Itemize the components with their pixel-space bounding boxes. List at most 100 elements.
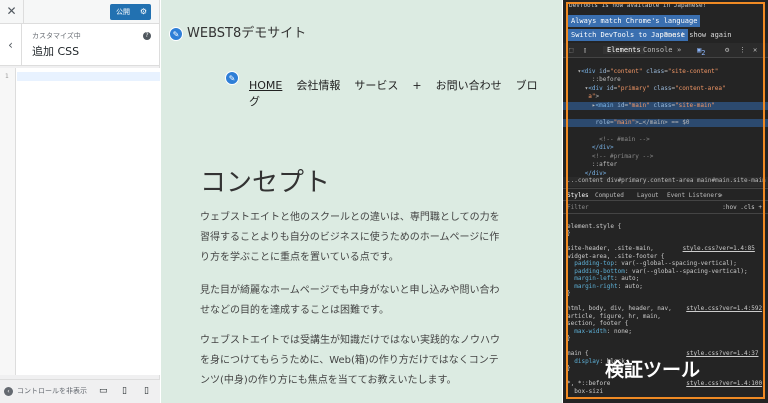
paragraph-1: ウェブストエイトと他のスクールとの違いは、専門職としての力を 習得することよりも…	[200, 208, 550, 268]
line-gutter: 1	[0, 68, 16, 375]
rule-line: }	[567, 290, 571, 297]
dom-line-selected[interactable]: role="main">…</main> == $0	[563, 118, 768, 127]
kebab-menu-icon[interactable]: ⋮	[739, 46, 746, 54]
rule-line: site-header, .site-main, style.css?ver=1…	[567, 245, 755, 252]
paragraph-line: ンツ(中身)の作り方にも焦点を当ててお教えいたします。	[200, 375, 457, 386]
dom-line-selected[interactable]: ▸<main id="main" class="site-main"	[563, 101, 768, 110]
dom-line[interactable]: ::before	[563, 76, 621, 83]
close-icon[interactable]: ✕	[0, 0, 24, 24]
rule-line: article, figure, hr, main,	[567, 312, 661, 320]
rule-line: html, body, div, header, nav, style.css?…	[567, 305, 763, 312]
mobile-icon[interactable]: ▯	[144, 386, 149, 396]
filter-input[interactable]: Filter	[567, 204, 589, 211]
nav-contact[interactable]: お問い合わせ	[436, 79, 502, 92]
device-toggle-icon[interactable]: ▯	[583, 46, 587, 54]
publish-label: 公開	[116, 8, 130, 16]
always-match-button[interactable]: Always match Chrome's language	[568, 15, 701, 27]
dom-line[interactable]: </div>	[563, 144, 614, 151]
publish-button[interactable]: 公開 ⚙	[110, 4, 151, 20]
settings-gear-icon[interactable]: ⚙	[725, 46, 729, 54]
tab-layout[interactable]: Layout	[637, 192, 659, 199]
issues-count: 2	[701, 49, 706, 57]
section-header: ‹ カスタマイズ中 追加 CSS ?	[0, 24, 159, 66]
dom-line[interactable]: </div>	[563, 170, 607, 177]
help-icon[interactable]: ?	[143, 32, 151, 40]
devtools-notice: DevTools is now available in Japanese!	[569, 2, 707, 9]
dom-line[interactable]: ▾<div id="primary" class="content-area"	[563, 85, 726, 92]
site-brand[interactable]: ✎ WEBST8デモサイト	[169, 22, 306, 41]
language-buttons: Always match Chrome's language Switch De…	[563, 13, 768, 43]
rule-line: padding-bottom: var(--global--spacing-ve…	[574, 267, 748, 275]
page-heading: コンセプト	[200, 168, 331, 198]
devtools-panel: DevTools is now available in Japanese! A…	[563, 0, 768, 403]
styles-tabs: Styles Computed Layout Event Listeners »	[563, 188, 768, 201]
paragraph-line: ウェブストエイトでは受講生が知識だけではない実践的なノウハウ	[200, 335, 500, 346]
rule-line: margin-left: auto;	[574, 275, 640, 282]
filter-toggles[interactable]: :hov .cls +	[722, 204, 762, 211]
section-title: 追加 CSS	[32, 45, 80, 58]
tab-styles[interactable]: Styles	[567, 192, 589, 199]
paragraph-line: 見た目が綺麗なホームページでも中身がないと申し込みや問い合わ	[200, 285, 500, 296]
tab-console[interactable]: Console	[643, 46, 673, 54]
css-editor[interactable]: 1	[0, 68, 160, 375]
dom-breadcrumbs[interactable]: ...content div#primary.content-area main…	[563, 177, 768, 187]
dom-tree[interactable]: ▾<div id="content" class="site-content" …	[563, 59, 768, 177]
gear-icon[interactable]: ⚙	[140, 4, 147, 20]
customizer-footer: ‹ コントロールを非表示 ▭ ▯ ▯	[0, 379, 160, 403]
site-preview: ✎ WEBST8デモサイト ✎ HOME 会社情報 サービス + お問い合わせ ブログ コン…	[161, 0, 562, 403]
nav-services[interactable]: サービス	[354, 79, 398, 92]
customizer-panel: ✕ 公開 ⚙ ‹ カスタマイズ中 追加 CSS ? 1 ‹ コントロールを非表示 …	[0, 0, 160, 403]
nav-expand[interactable]: +	[412, 79, 421, 92]
site-title[interactable]: WEBST8デモサイト	[187, 26, 306, 41]
rule-line: }	[567, 365, 571, 372]
customizer-topbar: ✕ 公開 ⚙	[0, 0, 159, 24]
hide-controls-button[interactable]: ‹ コントロールを非表示	[4, 386, 87, 396]
rule-line: }	[567, 230, 571, 237]
paragraph-line: を身につけてもらうために、Web(箱)の作り方だけではなくコンテ	[200, 355, 499, 366]
paragraph-3: ウェブストエイトでは受講生が知識だけではない実践的なノウハウ を身につけてもらう…	[200, 331, 550, 391]
line-number: 1	[5, 73, 9, 80]
tab-elements[interactable]: Elements	[603, 46, 645, 54]
rule-line: box-sizi	[567, 387, 604, 395]
active-line[interactable]	[17, 72, 160, 81]
tab-computed[interactable]: Computed	[595, 192, 624, 199]
paragraph-line: ウェブストエイトと他のスクールとの違いは、専門職としての力を	[200, 212, 500, 223]
devtools-overlay-label: 検証ツール	[605, 359, 701, 381]
paragraph-2: 見た目が綺麗なホームページでも中身がないと申し込みや問い合わ せなどの目的を達成…	[200, 281, 550, 321]
back-arrow-icon[interactable]: ‹	[0, 24, 22, 66]
rule-line: padding-top: var(--global--spacing-verti…	[574, 260, 737, 267]
more-style-tabs-icon[interactable]: »	[719, 192, 723, 199]
dom-line[interactable]: <!-- #main -->	[563, 136, 650, 143]
rule-line: margin-right: auto;	[574, 282, 643, 290]
collapse-icon: ‹	[4, 387, 13, 396]
rule-line: }	[567, 335, 571, 342]
rule-line: element.style {	[567, 222, 622, 230]
devtools-tabs: ⬚ ▯ Elements Console » ▣ 2 ⚙ ⋮ ✕	[563, 43, 768, 58]
edit-pencil-icon[interactable]: ✎	[169, 26, 183, 41]
tablet-icon[interactable]: ▯	[122, 386, 127, 396]
styles-filter[interactable]: Filter :hov .cls +	[563, 202, 768, 214]
paragraph-line: せなどの目的を達成することは困難です。	[200, 305, 389, 316]
tab-event-listeners[interactable]: Event Listeners	[667, 192, 721, 199]
hide-controls-label: コントロールを非表示	[17, 387, 87, 395]
inspect-icon[interactable]: ⬚	[569, 46, 573, 54]
paragraph-line: り方を学ぶことに重点を置いている点です。	[200, 252, 399, 263]
issues-badge[interactable]: ▣ 2	[697, 46, 705, 57]
close-devtools-icon[interactable]: ✕	[753, 46, 757, 54]
rule-line: section, footer {	[567, 320, 629, 327]
nav-edit-pencil-icon[interactable]: ✎	[225, 71, 239, 85]
dom-line[interactable]: ▾<div id="content" class="site-content"	[563, 68, 718, 75]
dom-line[interactable]: <!-- #primary -->	[563, 153, 653, 160]
main-nav: HOME 会社情報 サービス + お問い合わせ ブログ	[249, 77, 562, 109]
dom-line[interactable]: a">	[563, 93, 599, 100]
desktop-icon[interactable]: ▭	[99, 386, 108, 396]
section-subtitle: カスタマイズ中	[32, 32, 81, 40]
nav-home[interactable]: HOME	[249, 79, 282, 92]
rule-line: widget-area, .site-footer {	[567, 252, 665, 260]
dont-show-button[interactable]: Don't show again	[661, 29, 734, 41]
nav-company[interactable]: 会社情報	[296, 79, 340, 92]
more-tabs-icon[interactable]: »	[677, 46, 681, 54]
paragraph-line: 習得することよりも自分のビジネスに使うためのホームページに作	[200, 232, 500, 243]
rule-line: max-width: none;	[574, 327, 633, 335]
dom-line[interactable]: ::after	[563, 161, 617, 168]
